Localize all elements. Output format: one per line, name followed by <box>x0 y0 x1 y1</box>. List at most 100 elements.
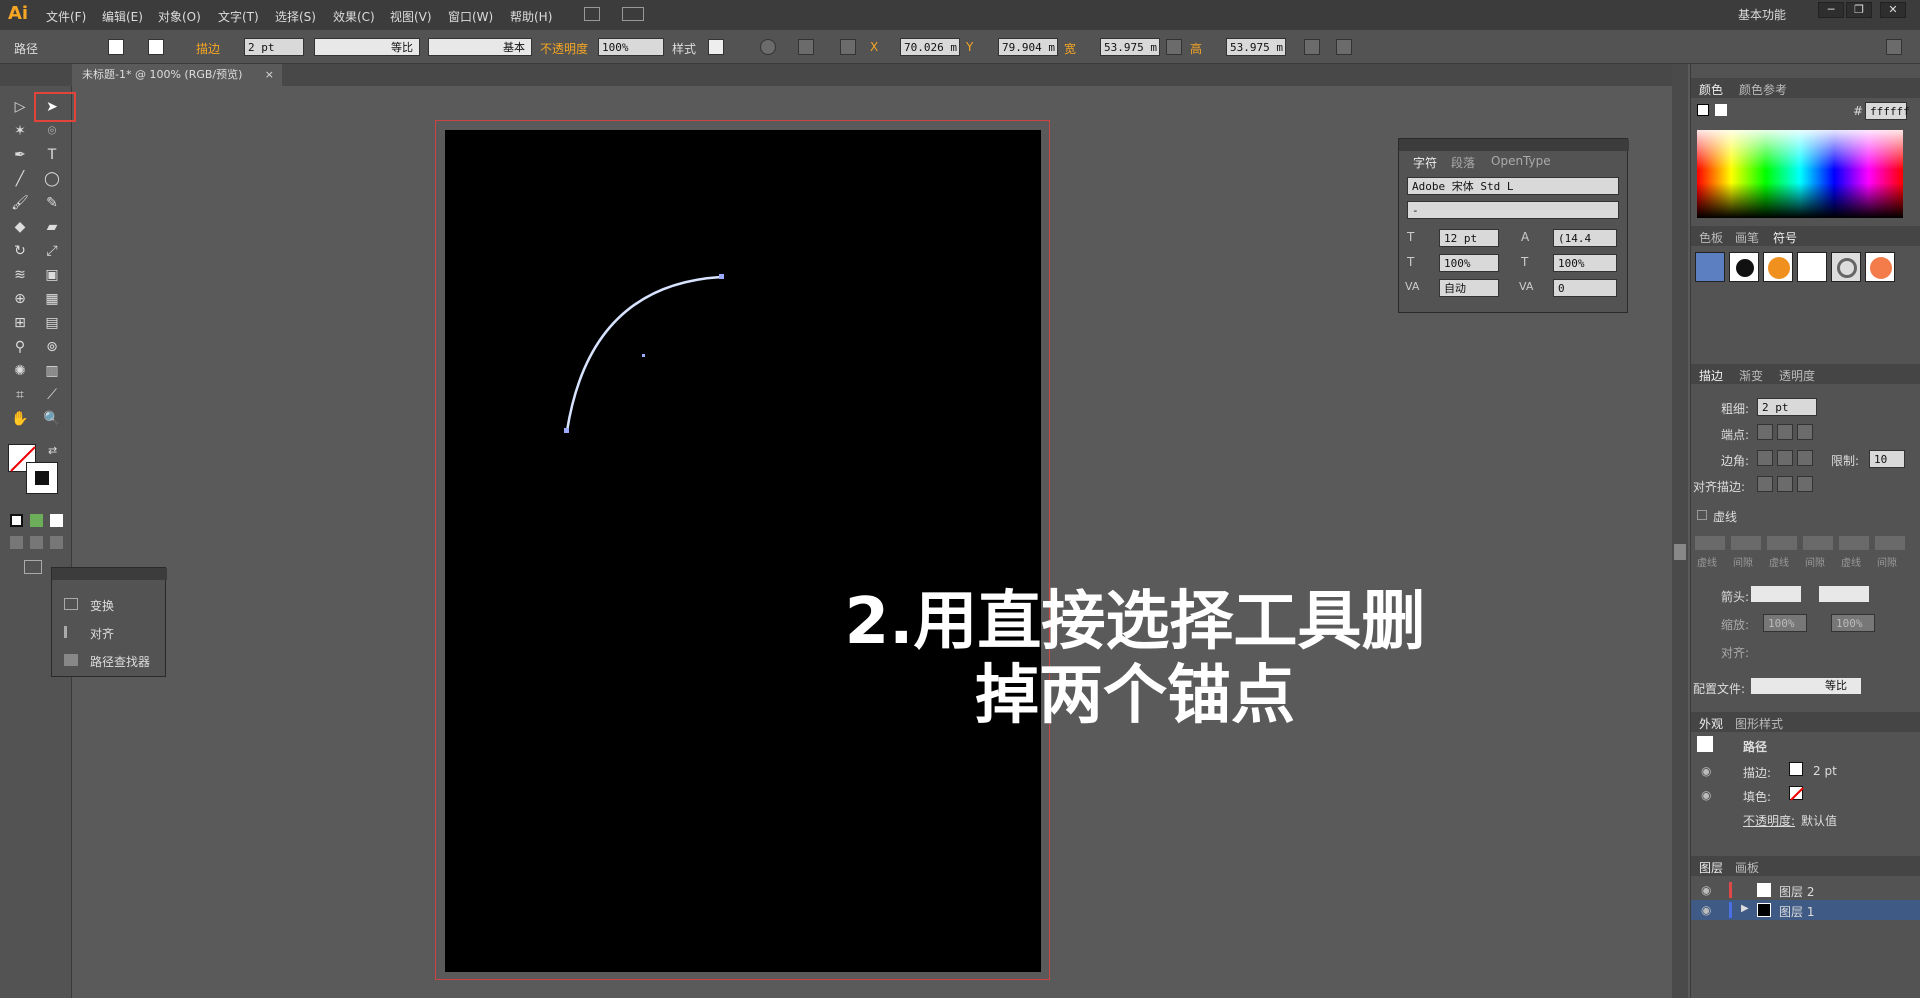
layer-2-name[interactable]: 图层 2 <box>1779 883 1814 900</box>
artboard-tool-icon[interactable]: ⌗ <box>8 384 32 406</box>
brush-definition[interactable]: 基本 <box>428 38 532 56</box>
mesh-tool-icon[interactable]: ⊞ <box>8 312 32 334</box>
shape-builder-icon[interactable]: ⊕ <box>8 288 32 310</box>
align-inside-icon[interactable] <box>1777 476 1793 492</box>
color-mode-icon[interactable] <box>10 514 23 527</box>
lasso-icon[interactable]: ⌾ <box>40 120 64 142</box>
round-cap-icon[interactable] <box>1777 424 1793 440</box>
none-mode-icon[interactable] <box>50 514 63 527</box>
gradient-mode-icon[interactable] <box>30 514 43 527</box>
arrange-documents-icon[interactable] <box>622 7 644 21</box>
horizontal-scale-field[interactable]: 100% <box>1553 254 1617 272</box>
tab-stroke[interactable]: 描边 <box>1699 367 1723 384</box>
tab-appearance[interactable]: 外观 <box>1699 715 1723 732</box>
isolate-icon[interactable] <box>1304 39 1320 55</box>
tab-character[interactable]: 字符 <box>1413 154 1437 171</box>
opacity-label[interactable]: 不透明度 <box>540 40 588 57</box>
appearance-stroke-swatch[interactable] <box>1789 762 1803 776</box>
appearance-fill-label[interactable]: 填色: <box>1743 788 1771 805</box>
variable-width-profile[interactable]: 等比 <box>314 38 420 56</box>
pen-tool-icon[interactable]: ✒ <box>8 144 32 166</box>
hand-tool-icon[interactable]: ✋ <box>8 408 32 430</box>
zoom-tool-icon[interactable]: 🔍 <box>40 408 64 430</box>
gradient-tool-icon[interactable]: ▤ <box>40 312 64 334</box>
paintbrush-icon[interactable]: 🖌 <box>8 192 32 214</box>
tab-graphic-styles[interactable]: 图形样式 <box>1735 715 1783 732</box>
draw-inside-icon[interactable] <box>50 536 63 549</box>
type-tool-icon[interactable]: T <box>40 144 64 166</box>
x-field[interactable]: 70.026 m <box>900 38 960 56</box>
layer-1-eye-icon[interactable]: ◉ <box>1701 903 1711 917</box>
leading-field[interactable]: (14.4 <box>1553 229 1617 247</box>
menu-help[interactable]: 帮助(H) <box>510 8 552 25</box>
document-tab[interactable]: 未标题-1* @ 100% (RGB/预览) × <box>72 64 282 86</box>
layer-row-2[interactable]: ◉ 图层 2 <box>1691 880 1920 900</box>
menu-select[interactable]: 选择(S) <box>275 8 316 25</box>
fill-visibility-eye-icon[interactable]: ◉ <box>1701 788 1711 802</box>
blob-brush-icon[interactable]: ◆ <box>8 216 32 238</box>
arrow-scale-end[interactable]: 100% <box>1831 614 1875 632</box>
vertical-scale-field[interactable]: 100% <box>1439 254 1499 272</box>
draw-behind-icon[interactable] <box>30 536 43 549</box>
tab-symbols[interactable]: 符号 <box>1773 229 1797 246</box>
layer-row-1[interactable]: ◉ ▶ 图层 1 <box>1691 900 1920 920</box>
tab-artboards[interactable]: 画板 <box>1735 859 1759 876</box>
miter-join-icon[interactable] <box>1757 450 1773 466</box>
stroke-color-icon[interactable] <box>26 462 58 494</box>
magic-wand-icon[interactable]: ✶ <box>8 120 32 142</box>
menu-type[interactable]: 文字(T) <box>218 8 259 25</box>
menu-view[interactable]: 视图(V) <box>390 8 432 25</box>
rotate-tool-icon[interactable]: ↻ <box>8 240 32 262</box>
align-center-icon[interactable] <box>1757 476 1773 492</box>
screen-mode-icon[interactable] <box>24 560 42 574</box>
dash-field-3[interactable] <box>1839 536 1869 550</box>
font-size-field[interactable]: 12 pt <box>1439 229 1499 247</box>
panel-transform[interactable]: 变换 <box>90 597 114 614</box>
artboard[interactable] <box>445 130 1041 972</box>
workspace-switcher[interactable]: 基本功能 <box>1738 6 1786 23</box>
gap-field-1[interactable] <box>1731 536 1761 550</box>
weight-field[interactable]: 2 pt <box>1757 398 1817 416</box>
anchor-point-start[interactable] <box>564 428 569 433</box>
opacity-field[interactable]: 100% <box>598 38 664 56</box>
character-panel-header[interactable] <box>1399 139 1629 151</box>
column-graph-icon[interactable]: ▥ <box>40 360 64 382</box>
stroke-weight-field[interactable]: 2 pt <box>244 38 304 56</box>
eraser-icon[interactable]: ▰ <box>40 216 64 238</box>
arrowhead-end-select[interactable] <box>1819 586 1869 602</box>
appearance-stroke-label[interactable]: 描边: <box>1743 764 1771 781</box>
panel-align[interactable]: 对齐 <box>90 625 114 642</box>
height-field[interactable]: 53.975 m <box>1226 38 1286 56</box>
projecting-cap-icon[interactable] <box>1797 424 1813 440</box>
scrollbar-thumb[interactable] <box>1674 544 1686 560</box>
menu-window[interactable]: 窗口(W) <box>448 8 493 25</box>
blend-tool-icon[interactable]: ⊚ <box>40 336 64 358</box>
selection-tool-icon[interactable]: ▷ <box>8 96 32 118</box>
line-tool-icon[interactable]: ╱ <box>8 168 32 190</box>
close-tab-icon[interactable]: × <box>265 64 274 86</box>
y-field[interactable]: 79.904 m <box>998 38 1058 56</box>
stroke-visibility-eye-icon[interactable]: ◉ <box>1701 764 1711 778</box>
width-field[interactable]: 53.975 m <box>1100 38 1160 56</box>
profile-select[interactable]: 等比 <box>1751 678 1861 694</box>
limit-field[interactable]: 10 <box>1869 450 1905 468</box>
font-style-field[interactable]: - <box>1407 201 1619 219</box>
tab-swatches[interactable]: 色板 <box>1699 229 1723 246</box>
swap-colors-icon[interactable]: ⇄ <box>48 444 57 457</box>
layer-1-expand-icon[interactable]: ▶ <box>1741 903 1749 914</box>
tab-layers[interactable]: 图层 <box>1699 859 1723 876</box>
stroke-swatch-icon[interactable] <box>148 39 164 55</box>
tab-color[interactable]: 颜色 <box>1699 81 1723 98</box>
fill-indicator-icon[interactable] <box>1697 104 1709 116</box>
menu-file[interactable]: 文件(F) <box>46 8 86 25</box>
panel-menu-icon[interactable] <box>1886 39 1902 55</box>
tab-gradient[interactable]: 渐变 <box>1739 367 1763 384</box>
hex-field[interactable]: ffffff <box>1865 102 1910 120</box>
symbol-flower[interactable] <box>1865 252 1895 282</box>
butt-cap-icon[interactable] <box>1757 424 1773 440</box>
tab-color-guide[interactable]: 颜色参考 <box>1739 81 1787 98</box>
layer-1-name[interactable]: 图层 1 <box>1779 903 1814 920</box>
arrow-scale-start[interactable]: 100% <box>1763 614 1807 632</box>
menu-edit[interactable]: 编辑(E) <box>102 8 143 25</box>
appearance-fill-none-icon[interactable] <box>1789 786 1804 801</box>
